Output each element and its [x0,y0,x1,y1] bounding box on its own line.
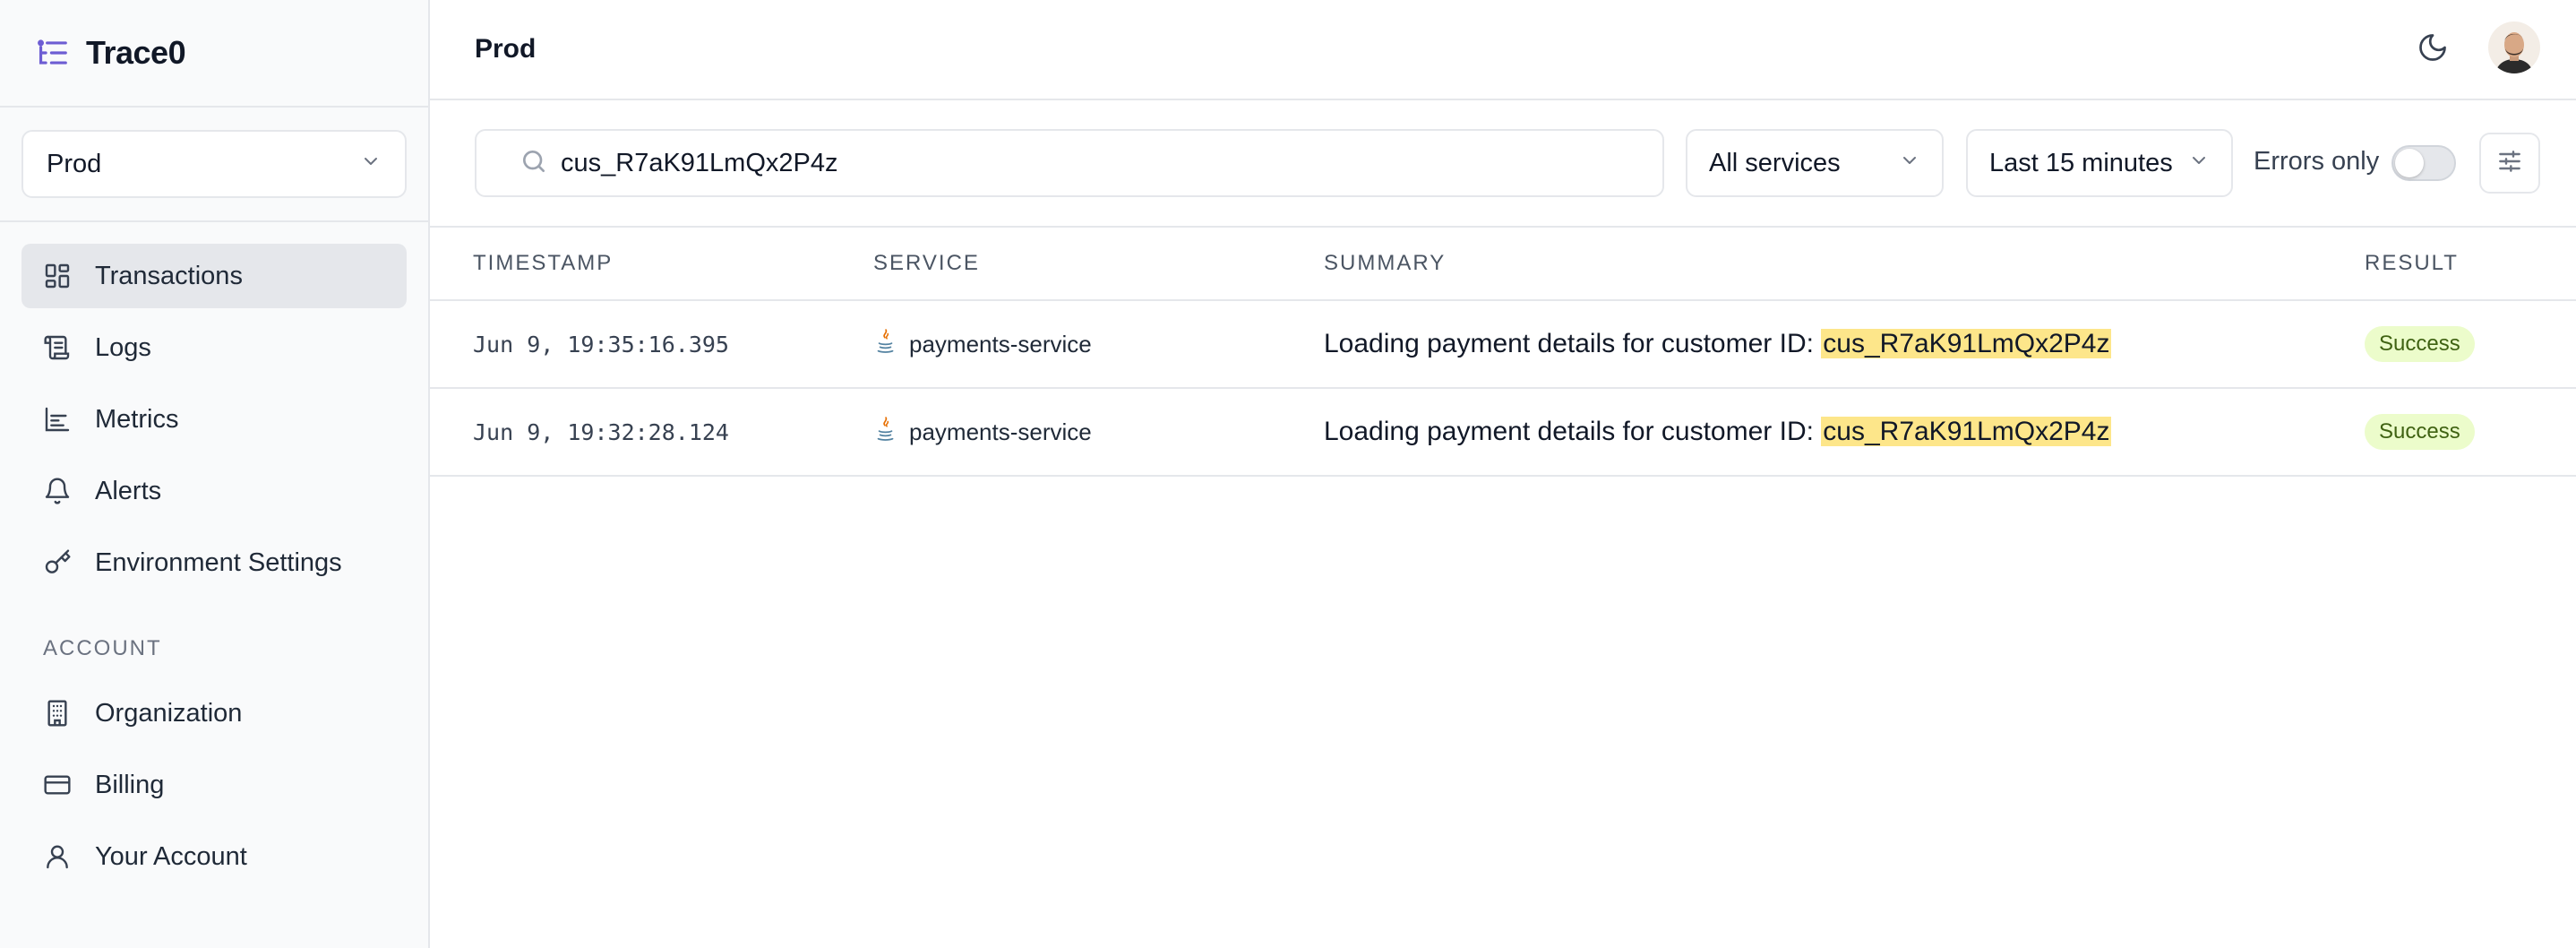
services-select-value: All services [1709,148,1841,177]
sidebar: Trace0 Prod Transactions Logs Metrics Al… [0,0,430,948]
sidebar-item-alerts[interactable]: Alerts [21,459,407,523]
sidebar-item-metrics[interactable]: Metrics [21,387,407,452]
status-badge: Success [2365,414,2475,450]
transactions-table: TIMESTAMP SERVICE SUMMARY RESULT Jun 9, … [430,228,2576,477]
sidebar-item-label: Your Account [95,841,247,871]
errors-only-toggle[interactable] [2391,145,2456,181]
column-header-service[interactable]: SERVICE [873,251,980,276]
service-name: payments-service [909,330,1092,358]
search-highlight: cus_R7aK91LmQx2P4z [1821,329,2112,358]
credit-card-icon [43,771,72,799]
user-icon [43,842,72,871]
environment-picker-area: Prod [0,108,428,222]
scroll-icon [43,333,72,362]
chevron-down-icon [1899,149,1920,178]
errors-only-label: Errors only [2254,147,2380,176]
bell-icon [43,477,72,505]
summary-text: Loading payment details for customer ID: [1324,417,1822,446]
chevron-down-icon [2188,149,2210,178]
search-input[interactable] [561,148,1636,178]
grid-icon [43,262,72,290]
table-row[interactable]: Jun 9, 19:35:16.395 payments-service Loa… [430,301,2576,389]
top-bar: Prod [430,0,2576,100]
environment-select-value: Prod [47,149,102,178]
column-header-summary[interactable]: SUMMARY [1324,251,1446,276]
timestamp-cell: Jun 9, 19:32:28.124 [473,418,729,445]
time-range-select-value: Last 15 minutes [1989,148,2173,177]
service-name: payments-service [909,418,1092,445]
table-row[interactable]: Jun 9, 19:32:28.124 payments-service Loa… [430,389,2576,477]
search-highlight: cus_R7aK91LmQx2P4z [1821,417,2112,446]
avatar[interactable] [2488,22,2540,73]
app-name: Trace0 [86,34,186,71]
sidebar-item-label: Organization [95,698,243,728]
sliders-icon [2495,147,2524,180]
column-header-result[interactable]: RESULT [2365,251,2459,276]
moon-icon[interactable] [2413,28,2452,67]
sidebar-item-label: Billing [95,770,165,799]
key-icon [43,548,72,577]
summary-text: Loading payment details for customer ID: [1324,329,1822,358]
sidebar-item-label: Logs [95,332,151,362]
toggle-knob [2395,149,2424,177]
search-box[interactable] [475,129,1664,197]
time-range-select[interactable]: Last 15 minutes [1966,129,2233,197]
status-badge: Success [2365,326,2475,362]
service-cell: payments-service [873,328,1092,361]
table-header: TIMESTAMP SERVICE SUMMARY RESULT [430,228,2576,301]
java-icon [873,416,909,449]
chart-icon [43,405,72,434]
sidebar-item-transactions[interactable]: Transactions [21,244,407,308]
column-header-timestamp[interactable]: TIMESTAMP [473,251,613,276]
building-icon [43,699,72,728]
java-icon [873,328,909,361]
sidebar-item-organization[interactable]: Organization [21,681,407,745]
services-select[interactable]: All services [1686,129,1944,197]
search-icon [519,147,561,180]
brand: Trace0 [0,0,428,108]
top-bar-actions [2413,22,2540,73]
service-cell: payments-service [873,416,1092,449]
summary-cell: Loading payment details for customer ID:… [1324,329,2112,359]
summary-cell: Loading payment details for customer ID:… [1324,417,2112,447]
filter-bar: All services Last 15 minutes Errors only [430,100,2576,228]
sidebar-nav: Transactions Logs Metrics Alerts Environ… [0,222,428,889]
sidebar-item-label: Alerts [95,476,162,505]
list-logo-icon [36,36,70,70]
environment-select[interactable]: Prod [21,130,407,198]
account-section-label: ACCOUNT [43,636,162,660]
chevron-down-icon [360,150,382,179]
column-settings-button[interactable] [2479,133,2540,194]
sidebar-item-your-account[interactable]: Your Account [21,824,407,889]
sidebar-item-label: Transactions [95,261,243,290]
page-title: Prod [475,34,537,64]
timestamp-cell: Jun 9, 19:35:16.395 [473,331,729,358]
sidebar-item-environment-settings[interactable]: Environment Settings [21,530,407,595]
sidebar-item-billing[interactable]: Billing [21,753,407,817]
sidebar-item-logs[interactable]: Logs [21,315,407,380]
sidebar-item-label: Metrics [95,404,179,434]
sidebar-item-label: Environment Settings [95,547,342,577]
